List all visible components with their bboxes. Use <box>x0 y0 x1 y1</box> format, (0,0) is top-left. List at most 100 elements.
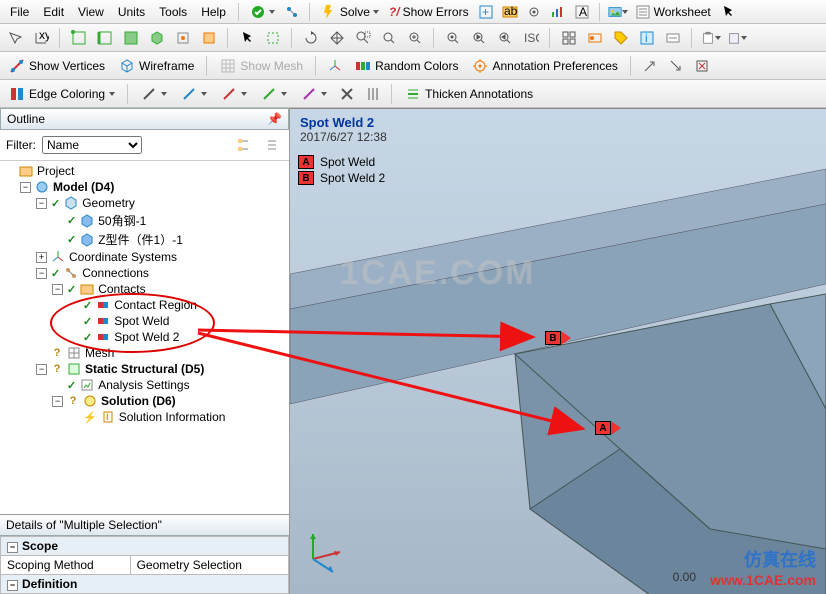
svg-text:ISO: ISO <box>524 31 539 45</box>
sel-elem-icon[interactable] <box>198 27 220 49</box>
clipboard-icon[interactable] <box>700 27 722 49</box>
solve-button[interactable]: Solve <box>317 2 383 22</box>
axes-icon[interactable] <box>324 55 346 77</box>
tree-contact-region[interactable]: ✓Contact Region <box>2 297 287 313</box>
thicken-annot-button[interactable]: Thicken Annotations <box>400 83 538 105</box>
show-vertices-button[interactable]: Show Vertices <box>4 55 110 77</box>
tb-text-icon[interactable]: A <box>571 1 593 23</box>
tree-solution[interactable]: −?Solution (D6) <box>2 393 287 409</box>
clipboard2-icon[interactable] <box>726 27 748 49</box>
tb-a-icon[interactable]: + <box>475 1 497 23</box>
edge-3-button[interactable] <box>216 83 252 105</box>
worksheet-button[interactable]: Worksheet <box>631 2 715 22</box>
tree-analysis[interactable]: ✓Analysis Settings <box>2 377 287 393</box>
menu-edit[interactable]: Edit <box>37 3 70 21</box>
manage-views-icon[interactable] <box>558 27 580 49</box>
filter-expand-icon[interactable] <box>261 134 283 156</box>
tree-geom-2[interactable]: ✓Z型件（件1）-1 <box>2 230 287 249</box>
menu-view[interactable]: View <box>72 3 110 21</box>
pan-icon[interactable] <box>326 27 348 49</box>
details-table: −Scope Scoping MethodGeometry Selection … <box>0 536 289 594</box>
tb-chart-icon[interactable] <box>547 1 569 23</box>
random-colors-button[interactable]: Random Colors <box>350 55 463 77</box>
view-prev-icon[interactable] <box>468 27 490 49</box>
triad-icon[interactable] <box>298 524 348 574</box>
zoom-box-icon[interactable] <box>352 27 374 49</box>
model-header: Spot Weld 2 2017/6/27 12:38 <box>300 115 387 144</box>
edge-4-button[interactable] <box>256 83 292 105</box>
edge-cross-icon[interactable] <box>336 83 358 105</box>
legend-badge-a: A <box>298 155 314 169</box>
sel-single-icon[interactable] <box>236 27 258 49</box>
menu-units[interactable]: Units <box>112 3 151 21</box>
show-errors-button[interactable]: ?/Show Errors <box>385 3 473 21</box>
tree-model[interactable]: −Model (D4) <box>2 179 287 195</box>
model-title: Spot Weld 2 <box>300 115 387 130</box>
toolbar-selection: xy ISO i <box>0 24 826 52</box>
edge-coloring-button[interactable]: Edge Coloring <box>4 83 120 105</box>
edge-1-button[interactable] <box>136 83 172 105</box>
sel-box-icon[interactable] <box>262 27 284 49</box>
sel-face-icon[interactable] <box>120 27 142 49</box>
sel-edge-icon[interactable] <box>94 27 116 49</box>
edge-2-button[interactable] <box>176 83 212 105</box>
menu-help[interactable]: Help <box>195 3 232 21</box>
outline-tree[interactable]: Project −Model (D4) −✓Geometry ✓50角钢-1 ✓… <box>0 161 289 514</box>
tag-icon[interactable] <box>610 27 632 49</box>
filter-label: Filter: <box>6 138 36 152</box>
annotation-pref-button[interactable]: Annotation Preferences <box>467 55 622 77</box>
tree-geometry[interactable]: −✓Geometry <box>2 195 287 211</box>
tb-gear-icon[interactable] <box>523 1 545 23</box>
connection-icon[interactable] <box>281 1 303 23</box>
tree-project[interactable]: Project <box>2 163 287 179</box>
wireframe-button[interactable]: Wireframe <box>114 55 199 77</box>
edge-thick-icon[interactable] <box>362 83 384 105</box>
ready-button[interactable] <box>246 2 279 22</box>
view-next-icon[interactable] <box>494 27 516 49</box>
tree-static[interactable]: −?Static Structural (D5) <box>2 361 287 377</box>
named-sel-icon[interactable] <box>662 27 684 49</box>
legend-label-a: Spot Weld <box>320 155 375 169</box>
outline-title-bar: Outline 📌 <box>0 108 289 130</box>
legend-label-b: Spot Weld 2 <box>320 171 385 185</box>
sel-body-icon[interactable] <box>146 27 168 49</box>
tree-sol-info[interactable]: ⚡iSolution Information <box>2 409 287 425</box>
view-iso-icon[interactable]: ISO <box>520 27 542 49</box>
sel-vertex-icon[interactable] <box>68 27 90 49</box>
filter-select[interactable]: Name <box>42 136 142 154</box>
tb-img-icon[interactable] <box>607 1 629 23</box>
tb-abc-icon[interactable]: abc <box>499 1 521 23</box>
tree-geom-1[interactable]: ✓50角钢-1 <box>2 211 287 230</box>
tree-coord[interactable]: +Coordinate Systems <box>2 249 287 265</box>
menu-tools[interactable]: Tools <box>153 3 193 21</box>
tree-contacts[interactable]: −✓Contacts <box>2 281 287 297</box>
callout-b[interactable]: B <box>545 331 571 345</box>
viewport-3d[interactable]: Spot Weld 2 2017/6/27 12:38 A Spot Weld B… <box>290 108 826 594</box>
select-coord-icon[interactable]: xy <box>30 27 52 49</box>
rotate-icon[interactable] <box>300 27 322 49</box>
filter-tree-icon[interactable] <box>233 134 255 156</box>
probe-up-icon[interactable] <box>639 55 661 77</box>
zoom-icon[interactable] <box>404 27 426 49</box>
tree-spot-weld[interactable]: ✓Spot Weld <box>2 313 287 329</box>
svg-text:abc: abc <box>504 4 518 18</box>
callout-a[interactable]: A <box>595 421 621 435</box>
zoom-fit-icon[interactable] <box>378 27 400 49</box>
tree-spot-weld-2[interactable]: ✓Spot Weld 2 <box>2 329 287 345</box>
model-timestamp: 2017/6/27 12:38 <box>300 130 387 144</box>
menu-file[interactable]: File <box>4 3 35 21</box>
reset-icon[interactable] <box>691 55 713 77</box>
tree-connections[interactable]: −✓Connections <box>2 265 287 281</box>
tree-mesh[interactable]: ?Mesh <box>2 345 287 361</box>
tb-cursor-icon[interactable] <box>717 1 739 23</box>
probe-down-icon[interactable] <box>665 55 687 77</box>
selection-info-icon[interactable]: i <box>636 27 658 49</box>
sel-node-icon[interactable] <box>172 27 194 49</box>
edge-5-button[interactable] <box>296 83 332 105</box>
watermark: 1CAE.COM <box>340 254 535 293</box>
select-adj-icon[interactable] <box>4 27 26 49</box>
pin-icon[interactable]: 📌 <box>267 112 282 126</box>
extend-sel-icon[interactable] <box>584 27 606 49</box>
details-scoping-val[interactable]: Geometry Selection <box>130 556 288 575</box>
look-at-icon[interactable] <box>442 27 464 49</box>
